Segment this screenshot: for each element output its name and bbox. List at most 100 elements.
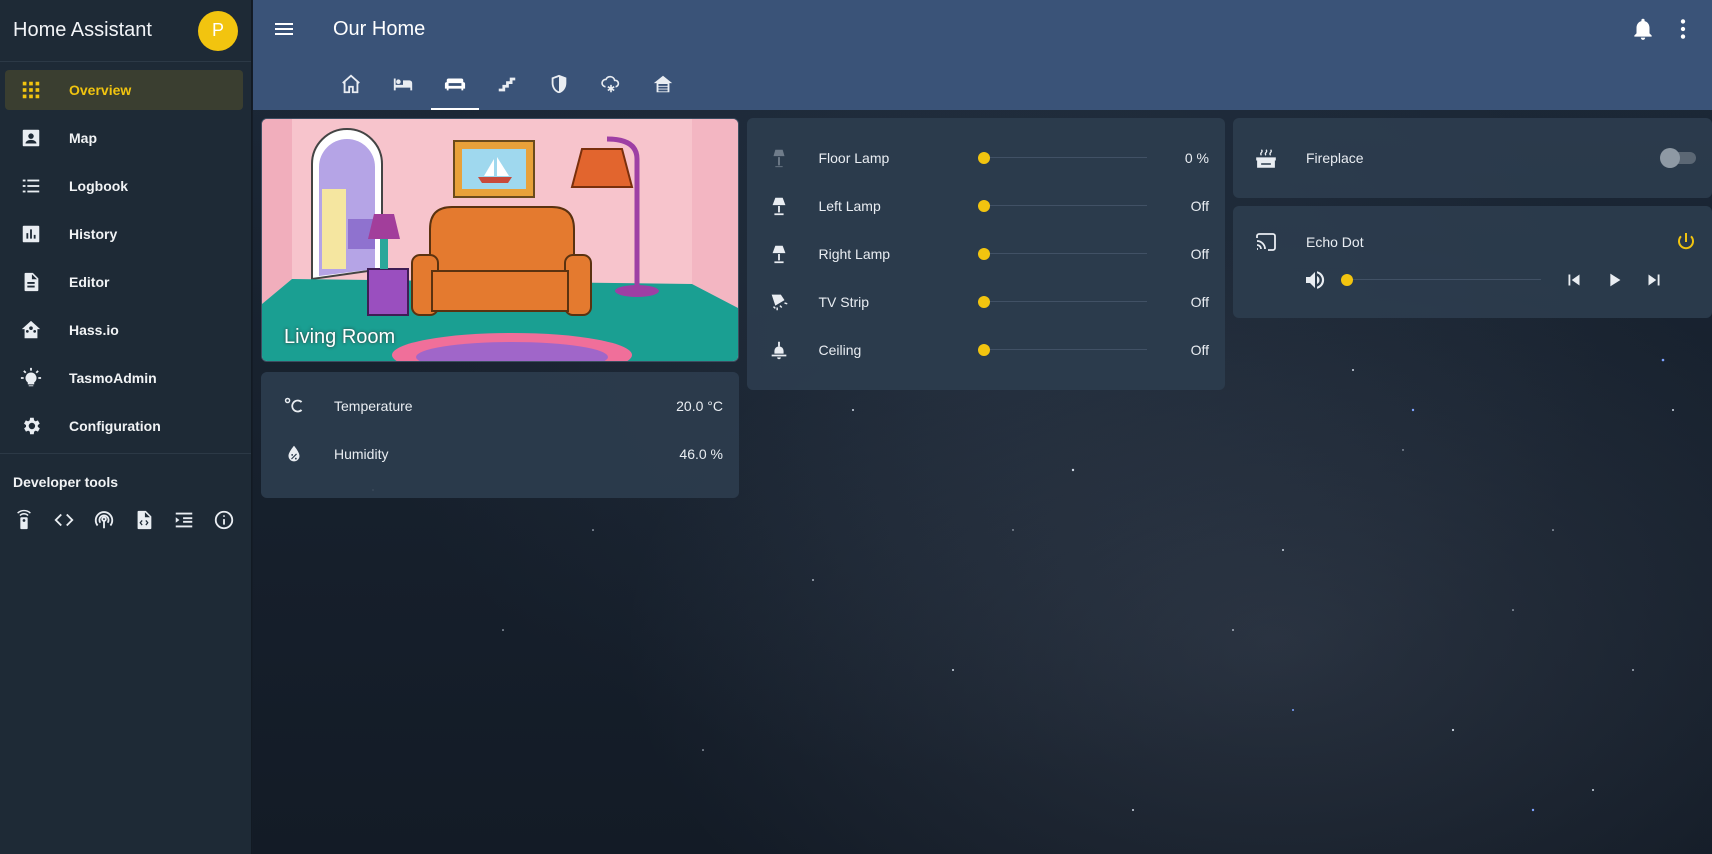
tab-home[interactable] [325,62,377,110]
tab-bedroom[interactable] [377,62,429,110]
file-xml-icon[interactable] [132,508,156,532]
menu-icon[interactable] [269,14,299,44]
tab-security[interactable] [533,62,585,110]
sidebar-item-tasmoadmin[interactable]: TasmoAdmin [5,358,243,398]
home-garage-icon [652,73,674,100]
remote-icon[interactable] [12,508,36,532]
picture-card-label: Living Room [284,326,396,348]
fireplace-card: Fireplace [1233,118,1712,198]
light-name: Ceiling [818,342,862,358]
app-title: Home Assistant [13,19,152,41]
sidebar-item-label: Overview [69,82,132,98]
light-state: Off [1190,246,1209,262]
sidebar-nav: Overview Map Logbook History Editor Hass… [0,62,251,446]
fireplace-icon[interactable] [1246,147,1286,169]
floor-lamp-icon[interactable] [760,147,798,169]
light-row-floor-lamp: Floor Lamp 0 % [747,134,1225,182]
sidebar-item-logbook[interactable]: Logbook [5,166,243,206]
sensor-row-humidity[interactable]: Humidity 46.0 % [261,430,739,478]
lights-card: Floor Lamp 0 % Left Lamp Off Right Lamp … [747,118,1225,390]
tab-stairs[interactable] [481,62,533,110]
home-outline-icon [340,73,362,100]
format-list-bulleted-icon [11,166,51,206]
ceiling-light-icon[interactable] [760,339,798,361]
sidebar-item-label: History [69,226,118,242]
led-strip-icon[interactable] [760,291,798,313]
sensor-value: 46.0 % [679,446,723,462]
light-row-left-lamp: Left Lamp Off [747,182,1225,230]
user-avatar[interactable]: P [198,10,238,51]
brightness-slider[interactable] [978,292,1147,312]
code-tags-icon[interactable] [52,508,76,532]
sidebar-item-configuration[interactable]: Configuration [5,406,243,446]
tab-garage[interactable] [637,62,689,110]
top-app-bar: Our Home [253,0,1712,110]
slider-knob[interactable] [978,200,991,212]
bed-icon [392,73,414,100]
weather-snowy-icon [600,73,622,100]
cast-icon [1246,230,1286,254]
volume-high-icon[interactable] [1303,268,1327,292]
lamp-icon[interactable] [760,243,798,265]
sidebar-item-label: Editor [69,274,110,290]
light-name: Left Lamp [818,198,881,214]
sidebar-item-label: Hass.io [69,322,119,338]
sensor-row-temperature[interactable]: Temperature 20.0 °C [261,382,739,430]
light-name: TV Strip [818,294,870,310]
more-vertical-icon[interactable] [1670,16,1696,42]
sidebar-item-history[interactable]: History [5,214,243,254]
light-name: Floor Lamp [818,150,890,166]
information-outline-icon[interactable] [212,508,236,532]
slider-knob[interactable] [1341,274,1353,286]
tab-living-room[interactable] [429,62,481,110]
brightness-slider[interactable] [978,196,1147,216]
home-assistant-icon [11,310,51,350]
sidebar-item-label: Map [69,130,97,146]
play-icon[interactable] [1603,269,1625,291]
skip-previous-icon[interactable] [1563,269,1585,291]
brightness-slider[interactable] [978,244,1147,264]
sidebar-item-overview[interactable]: Overview [5,70,243,110]
tab-weather[interactable] [585,62,637,110]
sidebar-item-hassio[interactable]: Hass.io [5,310,243,350]
sidebar: Home Assistant P Overview Map Logbook Hi… [0,0,252,854]
light-state: Off [1190,198,1209,214]
fireplace-row: Fireplace [1233,118,1712,198]
power-icon[interactable] [1674,230,1698,254]
developer-tools [0,490,251,532]
notifications-bell-icon[interactable] [1630,16,1656,42]
slider-knob[interactable] [978,344,991,356]
media-player-name: Echo Dot [1306,234,1364,250]
fireplace-toggle[interactable] [1660,148,1696,168]
main-area: Our Home Living Room Temperature 20.0 °C… [253,0,1712,854]
lightbulb-on-icon [11,358,51,398]
account-box-icon [11,118,51,158]
settings-gear-icon [11,406,51,446]
lamp-icon[interactable] [760,195,798,217]
skip-next-icon[interactable] [1643,269,1665,291]
sidebar-item-editor[interactable]: Editor [5,262,243,302]
media-player-card: Echo Dot [1233,206,1712,318]
file-document-icon [11,262,51,302]
radio-tower-icon[interactable] [92,508,116,532]
sensor-value: 20.0 °C [676,398,723,414]
slider-knob[interactable] [978,248,991,260]
slider-knob[interactable] [978,296,991,308]
brightness-slider[interactable] [978,148,1147,168]
slider-knob[interactable] [978,152,991,164]
format-indent-icon[interactable] [172,508,196,532]
developer-tools-title: Developer tools [13,474,119,490]
light-row-tv-strip: TV Strip Off [747,278,1225,326]
brightness-slider[interactable] [978,340,1147,360]
sidebar-header: Home Assistant P [0,0,251,62]
water-percent-icon [274,443,314,465]
sidebar-item-map[interactable]: Map [5,118,243,158]
living-room-picture-card[interactable]: Living Room [261,118,739,362]
sidebar-item-label: TasmoAdmin [69,370,157,386]
view-tabs [325,62,689,110]
volume-slider[interactable] [1341,270,1541,290]
light-state: 0 % [1184,150,1209,166]
sidebar-item-label: Logbook [69,178,129,194]
shield-half-icon [548,73,570,100]
page-title: Our Home [333,18,426,40]
